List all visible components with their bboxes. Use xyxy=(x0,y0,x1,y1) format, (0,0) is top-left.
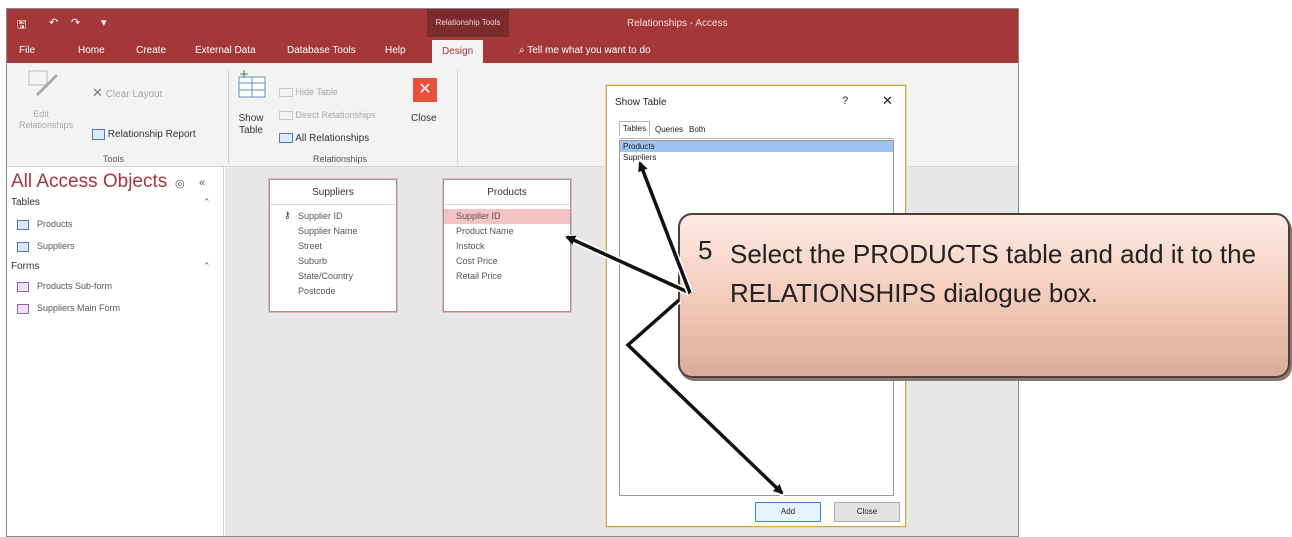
arrow-to-add-button xyxy=(622,297,787,498)
pointer-arrows xyxy=(563,158,787,498)
